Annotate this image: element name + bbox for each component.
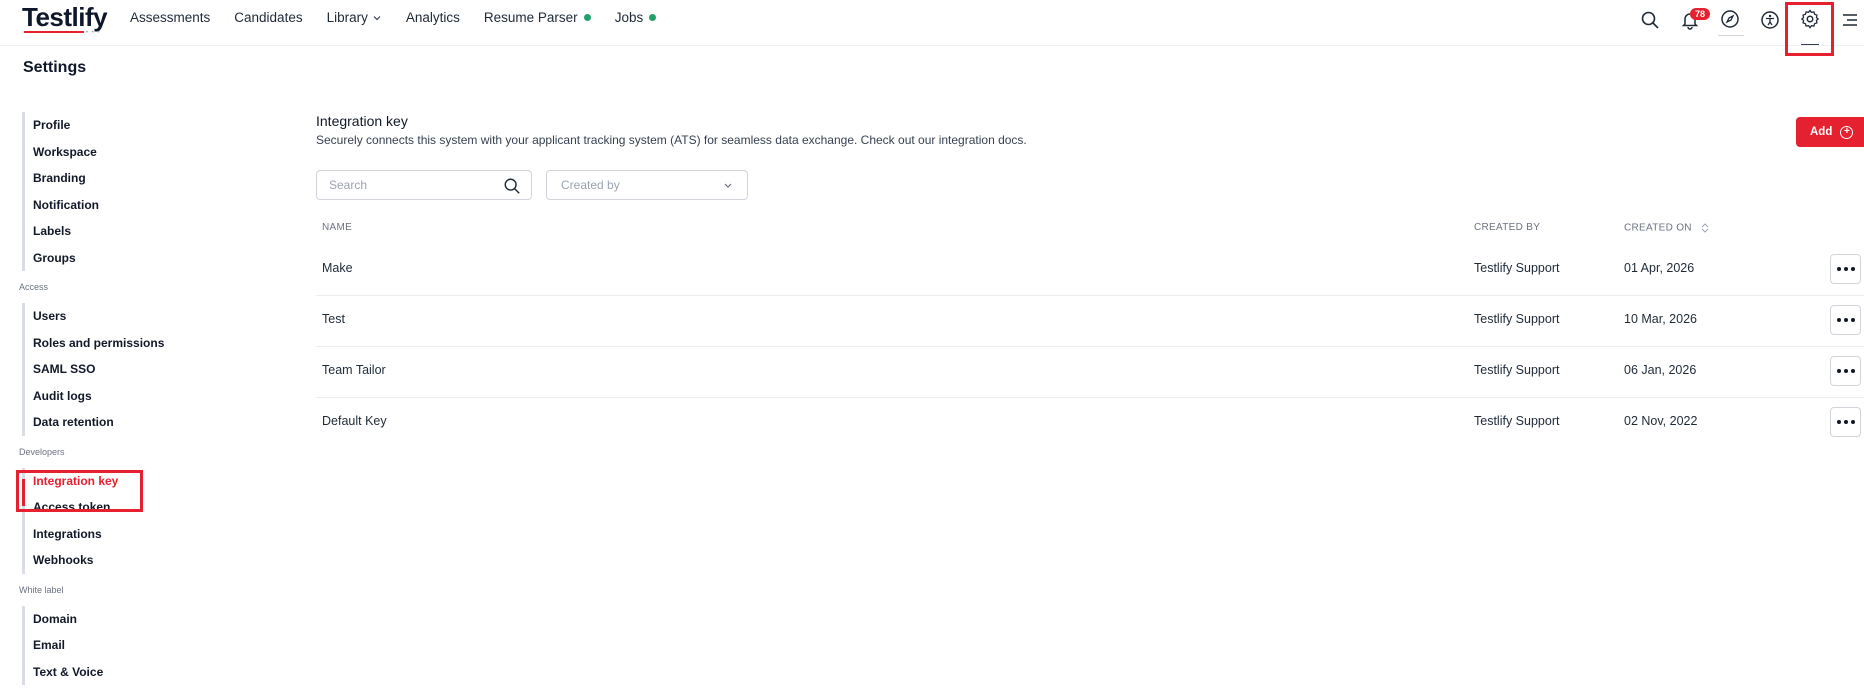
search-icon[interactable] <box>1638 8 1662 32</box>
column-header-label: CREATED ON <box>1624 222 1692 234</box>
sidebar-item-audit-logs[interactable]: Audit logs <box>33 383 242 410</box>
cell-created-on: 01 Apr, 2026 <box>1624 261 1695 275</box>
sidebar-item-webhooks[interactable]: Webhooks <box>33 547 242 574</box>
cell-name: Make <box>322 261 353 275</box>
sidebar-group-general: Profile Workspace Branding Notification … <box>22 112 242 271</box>
search-input[interactable] <box>329 171 499 199</box>
nav-label: Resume Parser <box>483 10 578 25</box>
highlight-box <box>16 470 143 512</box>
status-dot <box>583 14 591 21</box>
sidebar-item-text-voice[interactable]: Text & Voice <box>33 659 242 686</box>
logo-underline <box>24 31 84 33</box>
sidebar-item-saml-sso[interactable]: SAML SSO <box>33 356 242 383</box>
sidebar-heading-access: Access <box>19 282 49 292</box>
section-description: Securely connects this system with your … <box>316 133 1027 147</box>
column-header-created-by: CREATED BY <box>1474 222 1541 233</box>
nav-label: Candidates <box>234 10 303 25</box>
sidebar-item-branding[interactable]: Branding <box>33 165 242 192</box>
notification-badge: 78 <box>1690 8 1711 20</box>
cell-created-on: 02 Nov, 2022 <box>1624 414 1698 428</box>
nav-label: Assessments <box>130 10 211 25</box>
cell-created-by: Testlify Support <box>1474 312 1560 326</box>
cell-created-by: Testlify Support <box>1474 261 1560 275</box>
more-options-button[interactable] <box>1830 356 1861 386</box>
created-by-filter[interactable]: Created by <box>546 170 748 200</box>
nav-candidates[interactable]: Candidates <box>234 10 302 25</box>
chevron-down-icon <box>724 183 732 188</box>
filter-placeholder: Created by <box>561 178 620 192</box>
sidebar-item-labels[interactable]: Labels <box>33 218 242 245</box>
more-options-button[interactable] <box>1830 254 1861 284</box>
compass-icon[interactable] <box>1718 7 1742 31</box>
sidebar-item-profile[interactable]: Profile <box>33 112 242 139</box>
nav-jobs[interactable]: Jobs <box>615 10 657 25</box>
nav-library[interactable]: Library <box>327 10 382 25</box>
more-options-button[interactable] <box>1830 305 1861 335</box>
accessibility-icon[interactable] <box>1758 8 1782 32</box>
settings-sidebar: Profile Workspace Branding Notification … <box>19 112 242 686</box>
sidebar-item-email[interactable]: Email <box>33 632 242 659</box>
page-title: Settings <box>23 59 87 76</box>
testlify-logo[interactable]: Testlify <box>22 2 108 33</box>
nav-label: Jobs <box>614 10 644 25</box>
table-row: Test Testlify Support 10 Mar, 2026 <box>316 296 1864 347</box>
cell-name: Team Tailor <box>322 363 386 377</box>
column-header-created-on[interactable]: CREATED ON <box>1624 222 1709 234</box>
logo-sub: • • • <box>86 30 101 36</box>
nav-label: Analytics <box>405 10 460 25</box>
sidebar-heading-developers: Developers <box>19 446 65 457</box>
sidebar-item-integrations[interactable]: Integrations <box>33 521 242 548</box>
search-field <box>316 170 532 200</box>
sidebar-item-groups[interactable]: Groups <box>33 245 242 272</box>
cell-name: Test <box>322 312 345 326</box>
nav-assessments[interactable]: Assessments <box>130 10 210 25</box>
status-dot <box>649 14 657 21</box>
menu-icon[interactable] <box>1838 8 1862 32</box>
table-row: Default Key Testlify Support 02 Nov, 202… <box>316 398 1864 449</box>
sidebar-item-roles[interactable]: Roles and permissions <box>33 330 242 357</box>
section-title: Integration key <box>316 113 408 129</box>
cell-created-by: Testlify Support <box>1474 363 1560 377</box>
cell-created-on: 10 Mar, 2026 <box>1624 312 1697 326</box>
cell-created-on: 06 Jan, 2026 <box>1624 363 1697 377</box>
top-navbar: Testlify • • • Assessments Candidates Li… <box>0 0 1864 56</box>
nav-analytics[interactable]: Analytics <box>406 10 460 25</box>
divider <box>1718 35 1744 36</box>
chevron-down-icon <box>373 15 381 20</box>
more-options-button[interactable] <box>1830 407 1861 437</box>
cell-name: Default Key <box>322 414 387 428</box>
sort-icon <box>1701 223 1709 233</box>
add-button[interactable]: Add + <box>1796 117 1864 147</box>
search-icon[interactable] <box>503 177 521 195</box>
column-header-name: NAME <box>322 222 353 233</box>
sidebar-heading-white-label: White label <box>19 584 64 595</box>
sidebar-item-notification[interactable]: Notification <box>33 192 242 219</box>
sidebar-item-domain[interactable]: Domain <box>33 606 242 633</box>
sidebar-item-data-retention[interactable]: Data retention <box>33 409 242 436</box>
nav-label: Library <box>326 10 368 25</box>
nav-resume-parser[interactable]: Resume Parser <box>484 10 591 25</box>
table-row: Team Tailor Testlify Support 06 Jan, 202… <box>316 347 1864 398</box>
sidebar-group-white-label: Domain Email Text & Voice <box>22 605 242 686</box>
table-row: Make Testlify Support 01 Apr, 2026 <box>316 245 1864 296</box>
plus-circle-icon: + <box>1840 125 1854 139</box>
highlight-box <box>1785 2 1834 56</box>
cell-created-by: Testlify Support <box>1474 414 1560 428</box>
sidebar-group-access: Users Roles and permissions SAML SSO Aud… <box>22 303 242 436</box>
sidebar-item-users[interactable]: Users <box>33 303 242 330</box>
add-button-label: Add <box>1810 126 1833 138</box>
sidebar-item-workspace[interactable]: Workspace <box>33 139 242 166</box>
main-nav: Assessments Candidates Library Analytics… <box>130 10 680 25</box>
